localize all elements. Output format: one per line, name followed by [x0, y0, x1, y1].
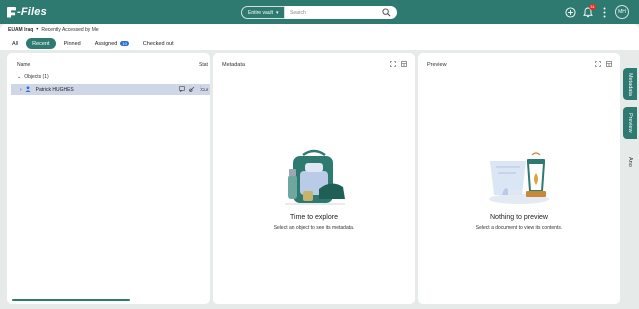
person-icon — [25, 85, 31, 94]
backpack-illustration — [285, 149, 345, 205]
tab-label: Assigned — [94, 40, 118, 47]
rail-tab-label: Preview — [627, 113, 633, 133]
chevron-down-icon: ▾ — [276, 9, 279, 16]
empty-state-subtitle: Select a document to view its contents. — [475, 225, 563, 231]
column-header-status[interactable]: Stat — [199, 62, 208, 68]
comment-icon[interactable] — [179, 86, 185, 94]
breadcrumb: EUAM Iraq • Recently Accessed by Me — [8, 27, 99, 33]
search-scope-label: Entire vault — [248, 9, 274, 16]
group-label: Objects (1) — [24, 74, 49, 80]
preview-panel: Preview Nothing to preview Select a docu… — [418, 53, 620, 304]
assigned-count-badge: 10 — [120, 41, 129, 46]
search-input[interactable] — [290, 9, 378, 16]
breadcrumb-separator: • — [36, 27, 39, 33]
more-options-icon[interactable] — [598, 6, 610, 18]
rail-tab-label: Ano — [627, 157, 633, 167]
expand-icon[interactable] — [595, 61, 601, 69]
panel-actions — [390, 61, 407, 69]
notification-count-badge: 31 — [589, 4, 596, 10]
panel-title: Preview — [427, 62, 447, 68]
search-scope-dropdown[interactable]: Entire vault ▾ — [241, 6, 285, 19]
expand-icon[interactable] — [390, 61, 396, 69]
empty-state-subtitle: Select an object to see its metadata. — [273, 225, 355, 231]
lantern-illustration — [489, 152, 549, 204]
expand-chevron-icon[interactable]: › — [20, 87, 22, 93]
tab-pinned[interactable]: Pinned — [58, 38, 87, 49]
tab-label: All — [12, 40, 19, 47]
view-tabs: All Recent Pinned Assigned 10 Checked out — [6, 38, 182, 49]
rail-tab-metadata[interactable]: Metadata — [623, 68, 637, 100]
panel-actions — [595, 61, 612, 69]
breadcrumb-view: Recently Accessed by Me — [41, 27, 99, 33]
add-icon[interactable] — [564, 6, 576, 18]
notifications-button[interactable]: 31 — [582, 4, 596, 18]
object-status: Cur — [201, 87, 209, 92]
tab-recent[interactable]: Recent — [26, 38, 56, 49]
empty-state-title: Nothing to preview — [490, 214, 548, 221]
top-bar: -Files Entire vault ▾ 31 MH — [0, 0, 639, 24]
rail-tab-annotations[interactable]: Ano — [623, 146, 637, 178]
metadata-panel: Metadata Time to explore Select an objec… — [213, 53, 415, 304]
search-box — [285, 6, 397, 19]
tab-all[interactable]: All — [6, 38, 24, 49]
tab-assigned[interactable]: Assigned 10 — [89, 38, 135, 49]
object-name: Patrick HUGHES — [35, 86, 74, 93]
empty-state-title: Time to explore — [290, 214, 338, 221]
tab-label: Pinned — [63, 40, 81, 47]
tab-label: Recent — [32, 40, 50, 47]
horizontal-scrollbar[interactable] — [12, 299, 130, 301]
breadcrumb-vault[interactable]: EUAM Iraq — [8, 27, 33, 33]
logo-text: -Files — [17, 6, 47, 18]
search-icon[interactable] — [382, 8, 391, 19]
layout-icon[interactable] — [401, 61, 407, 69]
tab-label: Checked out — [142, 40, 174, 47]
column-header-name[interactable]: Name — [17, 62, 30, 68]
user-avatar[interactable]: MH — [615, 5, 629, 19]
list-item[interactable]: › Patrick HUGHES ⋮ Cur — [11, 84, 210, 95]
object-list-panel: Name Stat ⌄ Objects (1) › Patrick HUGHES… — [7, 53, 210, 304]
rail-tab-label: Metadata — [627, 72, 633, 96]
rail-tab-preview[interactable]: Preview — [623, 107, 637, 139]
group-header-objects[interactable]: ⌄ Objects (1) — [17, 74, 49, 80]
tab-checked-out[interactable]: Checked out — [137, 38, 180, 49]
panel-title: Metadata — [222, 62, 245, 68]
link-icon[interactable] — [188, 86, 195, 94]
layout-icon[interactable] — [606, 61, 612, 69]
app-logo[interactable]: -Files — [7, 5, 47, 19]
chevron-down-icon: ⌄ — [17, 74, 22, 80]
logo-mark-icon — [7, 6, 16, 18]
sub-header: EUAM Iraq • Recently Accessed by Me All … — [0, 24, 639, 50]
